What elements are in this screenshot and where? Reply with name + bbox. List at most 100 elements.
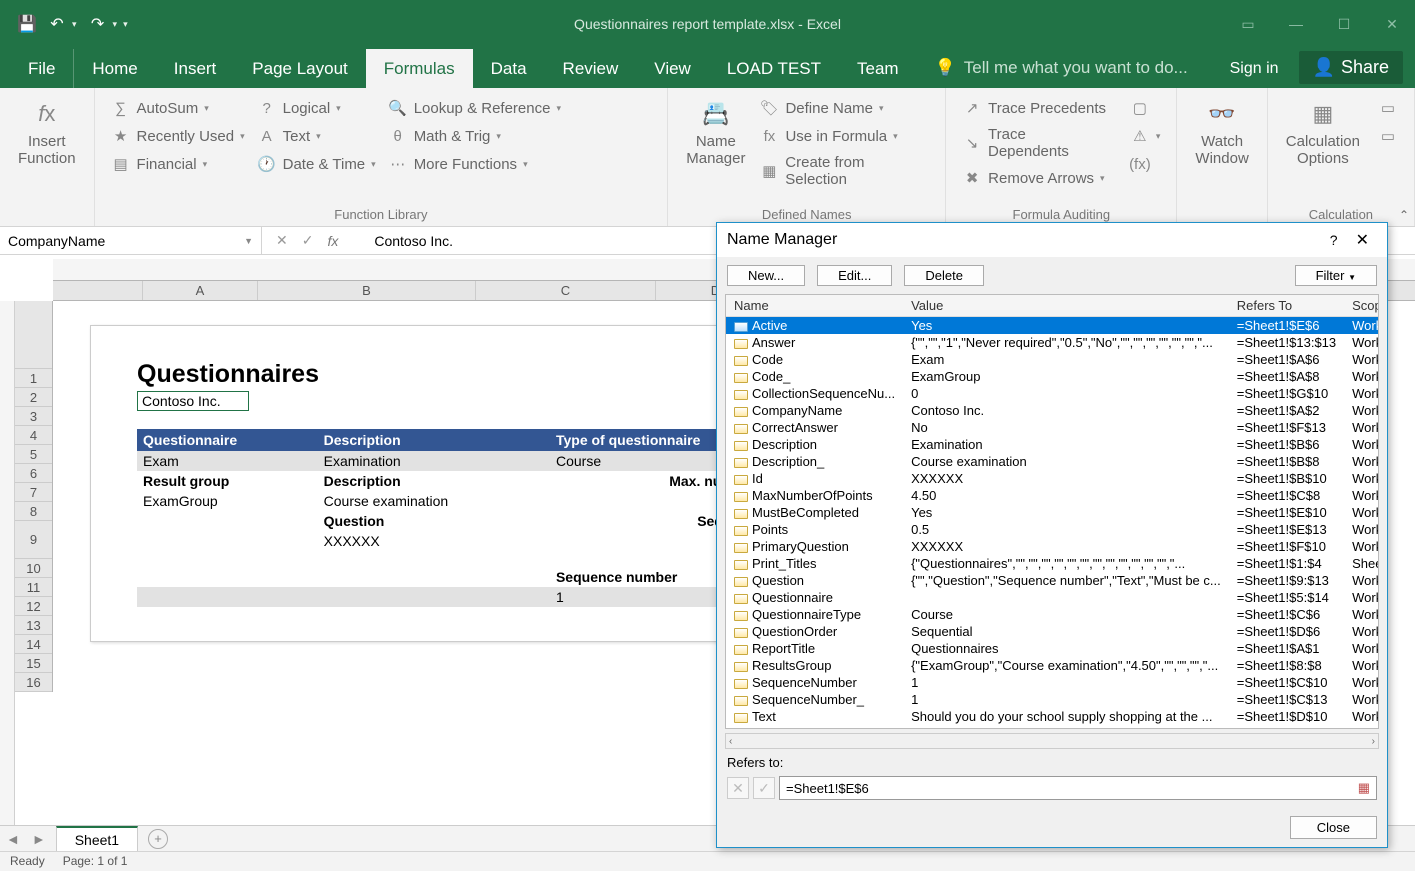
name-row[interactable]: Question{"","Question","Sequence number"…: [726, 572, 1379, 589]
close-icon[interactable]: ✕: [1369, 0, 1415, 48]
undo-icon[interactable]: ↶: [48, 15, 66, 33]
recently-used-button[interactable]: ★Recently Used▾: [105, 122, 251, 150]
dialog-close-icon[interactable]: ✕: [1348, 230, 1377, 250]
row-15[interactable]: 15: [15, 654, 52, 673]
row-7[interactable]: 7: [15, 483, 52, 502]
calculate-sheet-button[interactable]: ▭: [1372, 122, 1404, 150]
names-table[interactable]: Name Value Refers To Scope ActiveYes=She…: [725, 294, 1379, 729]
row-11[interactable]: 11: [15, 578, 52, 597]
row-9[interactable]: 9: [15, 521, 52, 559]
dialog-hscroll[interactable]: ‹›: [725, 733, 1379, 749]
col-b[interactable]: B: [258, 281, 476, 300]
col-c[interactable]: C: [476, 281, 656, 300]
col-name[interactable]: Name: [726, 295, 903, 317]
name-row[interactable]: IdXXXXXX=Sheet1!$B$10Workbook: [726, 470, 1379, 487]
datetime-button[interactable]: 🕐Date & Time▾: [251, 150, 382, 178]
name-row[interactable]: SequenceNumber_1=Sheet1!$C$13Workbook: [726, 691, 1379, 708]
evaluate-formula-button[interactable]: (fx): [1124, 150, 1167, 178]
edit-button[interactable]: Edit...: [817, 265, 892, 286]
fx-icon[interactable]: fx: [327, 233, 338, 249]
maximize-icon[interactable]: ☐: [1321, 0, 1367, 48]
name-row[interactable]: QuestionOrderSequential=Sheet1!$D$6Workb…: [726, 623, 1379, 640]
sign-in-link[interactable]: Sign in: [1218, 50, 1291, 88]
name-row[interactable]: ReportTitleQuestionnaires=Sheet1!$A$1Wor…: [726, 640, 1379, 657]
filter-button[interactable]: Filter ▼: [1295, 265, 1377, 286]
row-14[interactable]: 14: [15, 635, 52, 654]
close-button[interactable]: Close: [1290, 816, 1377, 839]
watch-window-button[interactable]: 👓 Watch Window: [1187, 94, 1256, 171]
name-row[interactable]: ResultsGroup{"ExamGroup","Course examina…: [726, 657, 1379, 674]
text-button[interactable]: AText▾: [251, 122, 382, 150]
name-row[interactable]: Description_Course examination=Sheet1!$B…: [726, 453, 1379, 470]
row-4[interactable]: 4: [15, 426, 52, 445]
tab-load-test[interactable]: LOAD TEST: [709, 49, 839, 88]
logical-button[interactable]: ?Logical▾: [251, 94, 382, 122]
redo-dropdown[interactable]: ▾: [113, 19, 118, 30]
enter-formula-icon[interactable]: ✓: [302, 232, 314, 249]
refers-accept-icon[interactable]: ✓: [753, 777, 775, 799]
share-button[interactable]: 👤Share: [1299, 51, 1403, 84]
undo-dropdown[interactable]: ▾: [72, 19, 77, 30]
refers-cancel-icon[interactable]: ✕: [727, 777, 749, 799]
name-row[interactable]: CodeExam=Sheet1!$A$6Workbook: [726, 351, 1379, 368]
row-1[interactable]: 1: [15, 369, 52, 388]
chevron-down-icon[interactable]: ▼: [244, 236, 253, 246]
error-checking-button[interactable]: ⚠▾: [1124, 122, 1167, 150]
row-13[interactable]: 13: [15, 616, 52, 635]
name-box[interactable]: CompanyName▼: [0, 227, 262, 254]
more-functions-button[interactable]: ⋯More Functions▾: [382, 150, 567, 178]
lookup-button[interactable]: 🔍Lookup & Reference▾: [382, 94, 567, 122]
name-row[interactable]: CorrectAnswerNo=Sheet1!$F$13Workbook: [726, 419, 1379, 436]
row-16[interactable]: 16: [15, 673, 52, 692]
col-refers-to[interactable]: Refers To: [1229, 295, 1344, 317]
define-name-button[interactable]: 🏷Define Name▾: [753, 94, 935, 122]
tab-home[interactable]: Home: [74, 49, 155, 88]
sheet-nav-next[interactable]: ►: [26, 831, 52, 847]
cancel-formula-icon[interactable]: ✕: [276, 232, 288, 249]
name-row[interactable]: Code_ExamGroup=Sheet1!$A$8Workbook: [726, 368, 1379, 385]
delete-button[interactable]: Delete: [904, 265, 984, 286]
tab-team[interactable]: Team: [839, 49, 917, 88]
row-6[interactable]: 6: [15, 464, 52, 483]
name-manager-button[interactable]: 📇 Name Manager: [678, 94, 753, 192]
calculate-now-button[interactable]: ▭: [1372, 94, 1404, 122]
name-row[interactable]: Print_Titles{"Questionnaires","","","","…: [726, 555, 1379, 572]
name-row[interactable]: TextShould you do your school supply sho…: [726, 708, 1379, 725]
refers-to-input[interactable]: =Sheet1!$E$6 ▦: [779, 776, 1377, 800]
row-10[interactable]: 10: [15, 559, 52, 578]
redo-icon[interactable]: ↷: [89, 15, 107, 33]
new-button[interactable]: New...: [727, 265, 805, 286]
name-row[interactable]: MaxNumberOfPoints4.50=Sheet1!$C$8Workboo…: [726, 487, 1379, 504]
collapse-ribbon-icon[interactable]: ⌃: [1399, 208, 1409, 222]
col-scope[interactable]: Scope: [1344, 295, 1379, 317]
formula-input[interactable]: Contoso Inc.: [352, 233, 453, 249]
new-sheet-button[interactable]: +: [148, 829, 168, 849]
autosum-button[interactable]: ∑AutoSum▾: [105, 94, 251, 122]
name-row[interactable]: MustBeCompletedYes=Sheet1!$E$10Workbook: [726, 504, 1379, 521]
tell-me[interactable]: 💡Tell me what you want to do...: [917, 48, 1206, 88]
row-8[interactable]: 8: [15, 502, 52, 521]
name-row[interactable]: CompanyNameContoso Inc.=Sheet1!$A$2Workb…: [726, 402, 1379, 419]
name-row[interactable]: Points0.5=Sheet1!$E$13Workbook: [726, 521, 1379, 538]
calculation-options-button[interactable]: ▦ Calculation Options: [1278, 94, 1368, 171]
tab-formulas[interactable]: Formulas: [366, 49, 473, 88]
sheet-tab-sheet1[interactable]: Sheet1: [56, 826, 138, 852]
row-3[interactable]: 3: [15, 407, 52, 426]
col-value[interactable]: Value: [903, 295, 1229, 317]
tab-insert[interactable]: Insert: [156, 49, 235, 88]
financial-button[interactable]: ▤Financial▾: [105, 150, 251, 178]
name-row[interactable]: Answer{"","","1","Never required","0.5",…: [726, 334, 1379, 351]
name-row[interactable]: ActiveYes=Sheet1!$E$6Workbook: [726, 317, 1379, 335]
tab-view[interactable]: View: [636, 49, 709, 88]
ribbon-display-icon[interactable]: ▭: [1225, 0, 1271, 48]
name-row[interactable]: Text_Never required=Sheet1!$D$13Workbook: [726, 725, 1379, 729]
dialog-help-icon[interactable]: ?: [1320, 232, 1348, 248]
col-a[interactable]: A: [143, 281, 258, 300]
name-row[interactable]: QuestionnaireTypeCourse=Sheet1!$C$6Workb…: [726, 606, 1379, 623]
use-in-formula-button[interactable]: fxUse in Formula▾: [753, 122, 935, 150]
row-5[interactable]: 5: [15, 445, 52, 464]
trace-precedents-button[interactable]: ↗Trace Precedents: [956, 94, 1116, 122]
row-12[interactable]: 12: [15, 597, 52, 616]
create-from-selection-button[interactable]: ▦Create from Selection: [753, 150, 935, 192]
company-cell[interactable]: Contoso Inc.: [137, 391, 249, 411]
